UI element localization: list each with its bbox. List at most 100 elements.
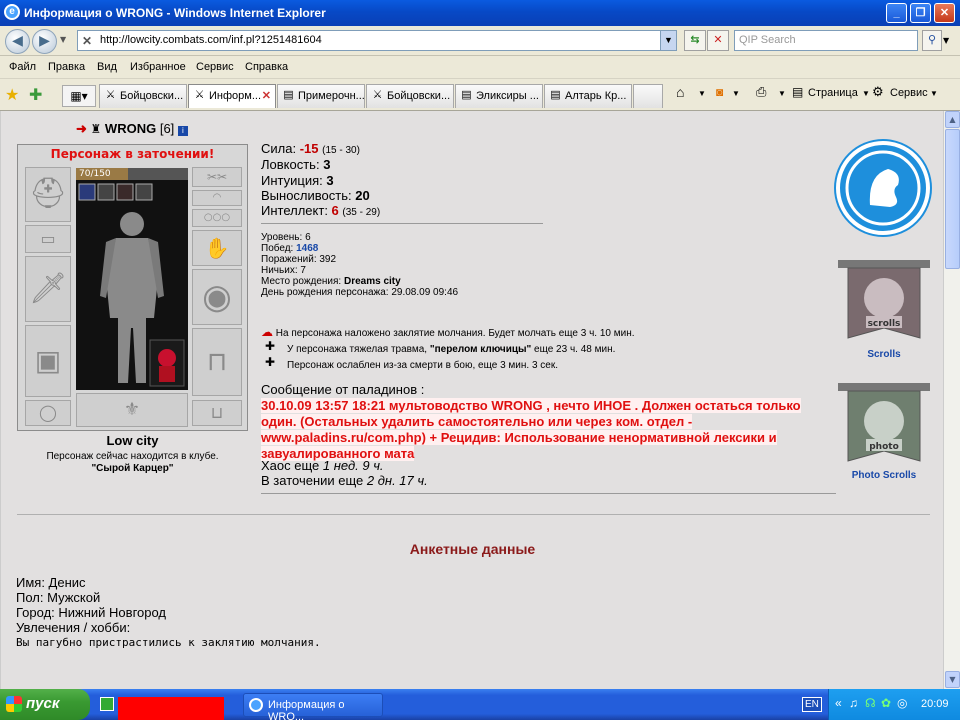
- tab-fighting-club-2[interactable]: ⚔ Бойцовски...: [366, 84, 454, 108]
- title-bar[interactable]: e Информация о WRONG - Windows Internet …: [0, 0, 960, 26]
- system-tray: « ♫ ☊ ✿ ◎ 20:09: [828, 689, 960, 720]
- effect-silence: ☁ На персонажа наложено заклятие молчани…: [261, 325, 635, 339]
- weakness-icon: ✚: [265, 355, 276, 369]
- maximize-button[interactable]: ❐: [910, 3, 931, 23]
- favorites-star-icon[interactable]: ★: [5, 85, 19, 104]
- page-dropdown-icon[interactable]: ▼: [862, 89, 870, 98]
- chaos-remaining: Хаос еще 1 нед. 9 ч.: [261, 458, 384, 473]
- network-icon[interactable]: ☊: [865, 696, 876, 710]
- photo-scrolls-banner-icon: photo: [838, 383, 930, 462]
- home-dropdown-icon[interactable]: ▼: [698, 89, 706, 98]
- bracers-slot-icon[interactable]: ▭: [25, 225, 71, 253]
- forward-button[interactable]: ▶: [32, 29, 57, 54]
- tray-arrow-icon[interactable]: «: [835, 696, 842, 710]
- clan-icon: ♜: [90, 122, 102, 136]
- character-name[interactable]: WRONG: [105, 121, 156, 136]
- address-dropdown-icon[interactable]: ▼: [660, 31, 676, 50]
- rss-icon[interactable]: ◙: [716, 85, 723, 99]
- menu-view[interactable]: Вид: [97, 61, 117, 73]
- scroll-up-icon[interactable]: ▲: [945, 111, 960, 128]
- clock: 20:09: [921, 698, 949, 710]
- tab-info[interactable]: ⚔ Информ... ✕: [188, 84, 276, 108]
- search-icon[interactable]: ⚲: [922, 30, 942, 51]
- window-title: Информация о WRONG - Windows Internet Ex…: [24, 6, 326, 20]
- address-row: ◀ ▶ ▼ ✕ http://lowcity.combats.com/inf.p…: [0, 26, 960, 56]
- page-icon: ▤: [550, 89, 561, 101]
- tools-dropdown-icon[interactable]: ▼: [930, 89, 938, 98]
- info-losses: Поражений: 392: [261, 254, 337, 265]
- info-birthday: День рождения персонажа: 29.08.09 09:46: [261, 287, 459, 298]
- divider: [261, 493, 836, 494]
- info-icon[interactable]: i: [177, 126, 188, 136]
- menu-favorites[interactable]: Избранное: [130, 61, 186, 73]
- scroll-thumb[interactable]: [945, 129, 960, 269]
- add-favorite-icon[interactable]: ✚: [29, 85, 42, 104]
- paladin-emblem-icon[interactable]: [836, 141, 930, 235]
- menu-edit[interactable]: Правка: [48, 61, 85, 73]
- taskbar: пуск Информация о WRO... EN « ♫ ☊ ✿ ◎ 20…: [0, 689, 960, 720]
- section-divider: [17, 514, 930, 515]
- taskbar-ie-window[interactable]: Информация о WRO...: [243, 693, 383, 720]
- stat-intuition: Интуиция: 3: [261, 173, 334, 188]
- tab-fighting-club-1[interactable]: ⚔ Бойцовски...: [99, 84, 187, 108]
- icq-icon[interactable]: ✿: [881, 696, 891, 710]
- scroll-down-icon[interactable]: ▼: [945, 671, 960, 688]
- back-button[interactable]: ◀: [5, 29, 30, 54]
- home-icon[interactable]: ⌂: [676, 84, 684, 100]
- tray-app-icon[interactable]: ◎: [897, 696, 907, 710]
- close-tab-icon[interactable]: ✕: [262, 89, 271, 102]
- stop-button[interactable]: ✕: [707, 30, 729, 51]
- history-dropdown-icon[interactable]: ▼: [60, 35, 66, 44]
- page-menu[interactable]: Страница: [808, 87, 858, 99]
- search-options-icon[interactable]: ▼: [943, 36, 949, 45]
- minimize-button[interactable]: _: [886, 3, 907, 23]
- shield-slot-icon[interactable]: ◉: [192, 269, 242, 325]
- quick-tabs-icon[interactable]: ▦▾: [62, 85, 96, 107]
- weapon-slot-icon[interactable]: 🗡: [25, 256, 71, 322]
- language-indicator[interactable]: EN: [802, 697, 822, 712]
- tab-altar[interactable]: ▤ Алтарь Кр...: [544, 84, 632, 108]
- close-button[interactable]: ✕: [934, 3, 955, 23]
- headset-icon[interactable]: ♫: [849, 696, 858, 710]
- rss-dropdown-icon[interactable]: ▼: [732, 89, 740, 98]
- character-silhouette[interactable]: [76, 168, 188, 390]
- rings-slot-icon[interactable]: ○○○: [192, 209, 242, 227]
- tools-menu[interactable]: Сервис: [890, 87, 928, 99]
- earrings-slot-icon[interactable]: ✂✂: [192, 167, 242, 187]
- gloves-slot-icon[interactable]: ✋: [192, 230, 242, 266]
- profile-gender: Пол: Мужской: [16, 590, 101, 605]
- crossed-swords-icon: ⚔: [194, 89, 205, 101]
- amulet-slot-icon[interactable]: ◠: [192, 190, 242, 206]
- go-button[interactable]: ⇆: [684, 30, 706, 51]
- menu-bar: Файл Правка Вид Избранное Сервис Справка: [0, 56, 960, 79]
- stat-agility: Ловкость: 3: [261, 157, 331, 172]
- print-icon[interactable]: ⎙: [756, 84, 766, 100]
- site-favicon-icon: ✕: [82, 34, 93, 48]
- profile-name: Имя: Денис: [16, 575, 86, 590]
- scrolls-link[interactable]: scrolls Scrolls: [836, 256, 932, 360]
- address-field[interactable]: ✕ http://lowcity.combats.com/inf.pl?1251…: [77, 30, 677, 51]
- print-dropdown-icon[interactable]: ▼: [778, 89, 786, 98]
- silence-icon: ☁: [261, 325, 273, 339]
- start-button[interactable]: пуск: [0, 689, 90, 720]
- photo-scrolls-link[interactable]: photo Photo Scrolls: [836, 379, 932, 481]
- armor-slot-icon[interactable]: ▣: [25, 325, 71, 397]
- paladin-header: Сообщение от паладинов :: [261, 382, 425, 397]
- menu-help[interactable]: Справка: [245, 61, 288, 73]
- windows-logo-icon: [6, 696, 22, 712]
- quicklaunch-icon[interactable]: [100, 697, 114, 711]
- vertical-scrollbar[interactable]: ▲ ▼: [943, 111, 960, 689]
- new-tab-button[interactable]: [633, 84, 663, 108]
- crossed-swords-icon: ⚔: [105, 89, 116, 101]
- menu-tools[interactable]: Сервис: [196, 61, 234, 73]
- leggings-slot-icon[interactable]: ⊓: [192, 328, 242, 396]
- belt-slot-icon[interactable]: ◯: [25, 400, 71, 426]
- prison-banner: Персонаж в заточении!: [50, 147, 215, 161]
- tab-elixirs[interactable]: ▤ Эликсиры ...: [455, 84, 543, 108]
- tab-fitting-room[interactable]: ▤ Примерочн...: [277, 84, 365, 108]
- stat-strength: Сила: -15 (15 - 30): [261, 141, 360, 156]
- menu-file[interactable]: Файл: [9, 61, 36, 73]
- helmet-slot-icon[interactable]: ⛑: [25, 167, 71, 222]
- search-input[interactable]: QIP Search: [734, 30, 918, 51]
- boots-slot-icon[interactable]: ⊔: [192, 400, 242, 426]
